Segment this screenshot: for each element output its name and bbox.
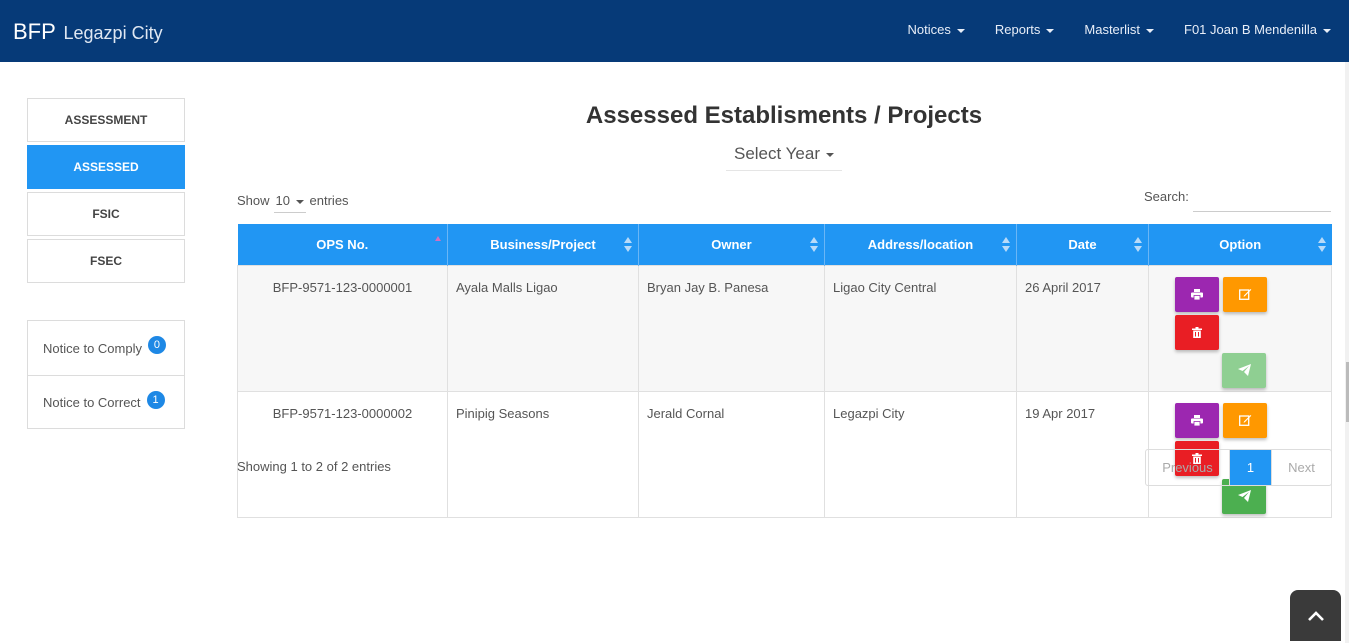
printer-icon <box>1191 288 1203 300</box>
pagination-next-button[interactable]: Next <box>1271 450 1331 485</box>
sort-icon <box>1002 237 1010 253</box>
print-button[interactable] <box>1175 402 1219 438</box>
edit-button[interactable] <box>1223 402 1267 438</box>
column-header-ops-no[interactable]: OPS No. <box>237 224 448 265</box>
cell-address: Ligao City Central <box>824 264 1017 392</box>
pagination: Previous 1 Next <box>1145 449 1332 486</box>
sidebar-item-fsic[interactable]: FSIC <box>27 192 185 236</box>
show-label: Show <box>237 192 270 208</box>
column-header-label: Date <box>1068 236 1097 252</box>
nav-reports-label: Reports <box>994 22 1041 37</box>
chevron-up-icon <box>1307 610 1324 621</box>
page-scrollbar[interactable] <box>1345 62 1349 643</box>
edit-icon <box>1238 289 1251 300</box>
sort-icon <box>1134 237 1142 253</box>
print-button[interactable] <box>1175 276 1219 312</box>
nav-user-label: F01 Joan B Mendenilla <box>1184 22 1317 37</box>
year-select-label: Select Year <box>733 143 820 163</box>
column-header-label: Option <box>1219 236 1262 252</box>
send-button[interactable] <box>1222 352 1266 388</box>
notice-to-correct-label: Notice to Correct <box>43 395 141 410</box>
column-header-label: Business/Project <box>490 236 596 252</box>
edit-icon <box>1238 415 1251 426</box>
search-label: Search: <box>1144 189 1189 204</box>
sort-icon <box>810 237 818 253</box>
sidebar-item-fsec[interactable]: FSEC <box>27 239 185 283</box>
chevron-down-icon <box>826 152 834 157</box>
brand-title: BFP <box>13 19 56 44</box>
chevron-down-icon <box>956 28 965 33</box>
chevron-down-icon <box>1323 28 1331 33</box>
table-header-row: OPS No. Business/Project Owner Address/l… <box>237 224 1332 265</box>
column-header-label: OPS No. <box>316 236 369 252</box>
sort-icon <box>1317 237 1326 253</box>
chevron-down-icon <box>1046 28 1055 33</box>
nav-masterlist-dropdown[interactable]: Masterlist <box>1084 22 1155 37</box>
year-select-dropdown[interactable]: Select Year <box>726 137 842 171</box>
column-header-business[interactable]: Business/Project <box>447 224 639 265</box>
cell-address: Legazpi City <box>824 390 1017 518</box>
search-input[interactable] <box>1193 184 1331 212</box>
cell-business: Pinipig Seasons <box>447 390 639 518</box>
notice-list: Notice to Comply 0 Notice to Correct 1 <box>27 320 185 429</box>
cell-owner: Bryan Jay B. Panesa <box>638 264 825 392</box>
top-navbar: BFP Legazpi City Notices Reports Masterl… <box>0 0 1349 62</box>
page-title: Assessed Establisments / Projects <box>585 102 983 129</box>
nav-menu: Notices Reports Masterlist F01 Joan B Me… <box>878 22 1331 37</box>
cell-date: 19 Apr 2017 <box>1016 390 1149 518</box>
sort-icon <box>624 237 632 253</box>
nav-reports-dropdown[interactable]: Reports <box>995 22 1055 37</box>
paper-plane-icon <box>1237 490 1251 502</box>
cell-ops-no: BFP-9571-123-0000002 <box>237 390 448 518</box>
cell-ops-no: BFP-9571-123-0000001 <box>237 264 448 392</box>
brand-subtitle: Legazpi City <box>63 23 163 43</box>
sidebar-item-assessed[interactable]: ASSESSED <box>27 145 185 189</box>
cell-owner: Jerald Cornal <box>638 390 825 518</box>
column-header-date[interactable]: Date <box>1016 224 1149 265</box>
table-info: Showing 1 to 2 of 2 entries <box>237 459 391 474</box>
scroll-to-top-button[interactable] <box>1290 590 1341 641</box>
sort-ascending-icon <box>435 236 441 241</box>
entries-label: entries <box>309 192 349 208</box>
cell-business: Ayala Malls Ligao <box>447 264 639 392</box>
chevron-down-icon <box>296 199 304 204</box>
pagination-page-button[interactable]: 1 <box>1230 450 1271 485</box>
page-length-value: 10 <box>275 193 290 208</box>
nav-notices-label: Notices <box>907 22 951 37</box>
chevron-down-icon <box>1146 28 1155 33</box>
notice-to-comply[interactable]: Notice to Comply 0 <box>28 321 184 375</box>
sidebar-item-assessment[interactable]: ASSESSMENT <box>27 98 185 142</box>
notice-to-correct-count-badge: 1 <box>146 390 165 409</box>
table-row: BFP-9571-123-0000001 Ayala Malls Ligao B… <box>237 264 1332 392</box>
column-header-address[interactable]: Address/location <box>824 224 1017 265</box>
notice-to-correct[interactable]: Notice to Correct 1 <box>28 375 184 429</box>
row-actions <box>1173 276 1315 391</box>
paper-plane-icon <box>1237 364 1251 376</box>
pagination-previous-button[interactable]: Previous <box>1146 450 1230 485</box>
notice-to-comply-label: Notice to Comply <box>43 340 142 356</box>
column-header-label: Address/location <box>867 236 974 252</box>
printer-icon <box>1191 414 1203 426</box>
delete-button[interactable] <box>1175 314 1219 350</box>
page-length-select[interactable]: 10 <box>273 189 306 213</box>
brand[interactable]: BFP Legazpi City <box>13 19 163 45</box>
column-header-option[interactable]: Option <box>1148 224 1332 265</box>
notice-to-comply-count-badge: 0 <box>147 336 166 354</box>
cell-options <box>1148 264 1332 392</box>
edit-button[interactable] <box>1223 276 1267 312</box>
cell-date: 26 April 2017 <box>1016 264 1149 392</box>
show-entries-control: Show 10 entries <box>237 188 349 213</box>
column-header-label: Owner <box>711 236 752 252</box>
trash-icon <box>1192 326 1202 338</box>
nav-notices-dropdown[interactable]: Notices <box>908 22 965 37</box>
nav-user-dropdown[interactable]: F01 Joan B Mendenilla <box>1184 22 1331 37</box>
nav-masterlist-label: Masterlist <box>1084 22 1141 37</box>
column-header-owner[interactable]: Owner <box>638 224 825 265</box>
